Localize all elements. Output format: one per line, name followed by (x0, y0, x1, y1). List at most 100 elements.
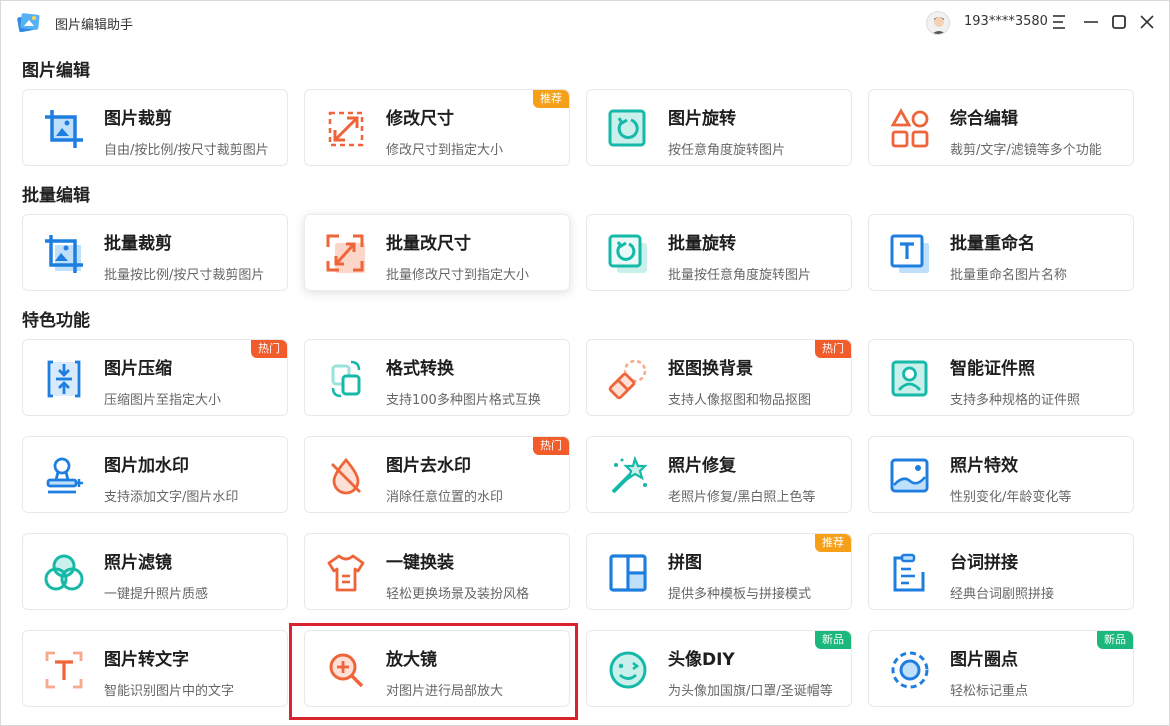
badge-recommend: 推荐 (815, 534, 851, 552)
card-description: 按任意角度旋转图片 (668, 143, 786, 158)
card-description: 提供多种模板与拼接模式 (668, 587, 812, 602)
card-batch-crop[interactable]: 批量裁剪 批量按比例/按尺寸裁剪图片 (22, 214, 288, 291)
user-avatar[interactable] (926, 11, 950, 35)
rotate-icon (608, 109, 646, 147)
card-crop[interactable]: 图片裁剪 自由/按比例/按尺寸裁剪图片 (22, 89, 288, 166)
card-title: 图片圈点 (950, 650, 1018, 670)
card-collage[interactable]: 推荐 拼图 提供多种模板与拼接模式 (586, 533, 852, 610)
card-batch-rename[interactable]: 批量重命名 批量重命名图片名称 (868, 214, 1134, 291)
collage-icon (609, 554, 647, 592)
card-title: 批量旋转 (668, 234, 736, 254)
card-line-stitch[interactable]: 台词拼接 经典台词剧照拼接 (868, 533, 1134, 610)
card-image-to-text[interactable]: 图片转文字 智能识别图片中的文字 (22, 630, 288, 707)
card-title: 抠图换背景 (668, 359, 753, 379)
card-description: 裁剪/文字/滤镜等多个功能 (950, 143, 1102, 158)
card-cutout-background[interactable]: 热门 抠图换背景 支持人像抠图和物品抠图 (586, 339, 852, 416)
badge-recommend: 推荐 (533, 90, 569, 108)
resize-icon (328, 111, 364, 147)
badge-hot: 热门 (533, 437, 569, 455)
card-format-convert[interactable]: 格式转换 支持100多种图片格式互换 (304, 339, 570, 416)
batch-crop-icon (45, 235, 83, 273)
avatar-icon (932, 17, 946, 34)
card-description: 消除任意位置的水印 (386, 490, 504, 505)
card-description: 轻松更换场景及装扮风格 (386, 587, 530, 602)
card-title: 头像DIY (668, 650, 735, 670)
card-description: 性别变化/年龄变化等 (950, 490, 1072, 505)
card-description: 自由/按比例/按尺寸裁剪图片 (104, 143, 269, 158)
batch-rotate-icon (608, 234, 647, 273)
badge-new: 新品 (815, 631, 851, 649)
card-title: 照片特效 (950, 456, 1018, 476)
app-title: 图片编辑助手 (55, 18, 134, 33)
card-avatar-diy[interactable]: 新品 头像DIY 为头像加国旗/口罩/圣诞帽等 (586, 630, 852, 707)
section-title-image-edit: 图片编辑 (22, 61, 90, 81)
smiley-icon (609, 651, 647, 689)
card-description: 支持多种规格的证件照 (950, 393, 1081, 408)
card-title: 格式转换 (386, 359, 454, 379)
card-title: 台词拼接 (950, 553, 1018, 573)
maximize-icon[interactable] (1109, 12, 1129, 32)
app-logo-icon (17, 13, 40, 33)
card-description: 智能识别图片中的文字 (104, 684, 235, 699)
card-comprehensive-edit[interactable]: 综合编辑 裁剪/文字/滤镜等多个功能 (868, 89, 1134, 166)
card-image-markup[interactable]: 新品 图片圈点 轻松标记重点 (868, 630, 1134, 707)
convert-icon (331, 360, 361, 398)
minimize-icon[interactable] (1081, 12, 1101, 32)
menu-icon[interactable] (1050, 12, 1070, 32)
card-add-watermark[interactable]: 图片加水印 支持添加文字/图片水印 (22, 436, 288, 513)
section-title-features: 特色功能 (22, 311, 90, 331)
tshirt-icon (327, 554, 365, 592)
card-description: 经典台词剧照拼接 (950, 587, 1055, 602)
filter-icon (44, 554, 84, 591)
user-phone[interactable]: 193****3580 (964, 14, 1048, 29)
clipboard-icon (893, 553, 925, 592)
card-id-photo[interactable]: 智能证件照 支持多种规格的证件照 (868, 339, 1134, 416)
card-batch-resize[interactable]: 批量改尺寸 批量修改尺寸到指定大小 (304, 214, 570, 291)
close-icon[interactable] (1137, 12, 1157, 32)
card-description: 老照片修复/黑白照上色等 (668, 490, 816, 505)
card-compress[interactable]: 热门 图片压缩 压缩图片至指定大小 (22, 339, 288, 416)
card-photo-repair[interactable]: 照片修复 老照片修复/黑白照上色等 (586, 436, 852, 513)
card-title: 批量改尺寸 (386, 234, 471, 254)
card-remove-watermark[interactable]: 热门 图片去水印 消除任意位置的水印 (304, 436, 570, 513)
highlight-box (289, 623, 578, 720)
card-resize[interactable]: 推荐 修改尺寸 修改尺寸到指定大小 (304, 89, 570, 166)
card-batch-rotate[interactable]: 批量旋转 批量按任意角度旋转图片 (586, 214, 852, 291)
section-title-batch-edit: 批量编辑 (22, 186, 90, 206)
eraser-icon (608, 359, 647, 400)
card-title: 图片加水印 (104, 456, 189, 476)
badge-new: 新品 (1097, 631, 1133, 649)
card-rotate[interactable]: 图片旋转 按任意角度旋转图片 (586, 89, 852, 166)
card-description: 批量按比例/按尺寸裁剪图片 (104, 268, 265, 283)
card-outfit-change[interactable]: 一键换装 轻松更换场景及装扮风格 (304, 533, 570, 610)
magic-wand-icon (611, 455, 648, 494)
card-title: 照片滤镜 (104, 553, 172, 573)
card-title: 图片去水印 (386, 456, 471, 476)
shapes-icon (890, 108, 929, 148)
card-title: 批量重命名 (950, 234, 1035, 254)
batch-resize-icon (326, 234, 365, 273)
card-title: 图片转文字 (104, 650, 189, 670)
card-description: 一键提升照片质感 (104, 587, 209, 602)
card-description: 支持人像抠图和物品抠图 (668, 393, 812, 408)
card-photo-effects[interactable]: 照片特效 性别变化/年龄变化等 (868, 436, 1134, 513)
card-description: 支持100多种图片格式互换 (386, 393, 541, 408)
stamp-icon (46, 457, 83, 494)
card-description: 压缩图片至指定大小 (104, 393, 222, 408)
crop-icon (45, 110, 83, 148)
circle-mark-icon (891, 651, 929, 689)
remove-watermark-icon (331, 457, 361, 495)
card-title: 照片修复 (668, 456, 736, 476)
card-title: 图片压缩 (104, 359, 172, 379)
card-title: 智能证件照 (950, 359, 1035, 379)
card-description: 批量按任意角度旋转图片 (668, 268, 812, 283)
card-description: 修改尺寸到指定大小 (386, 143, 504, 158)
card-photo-filter[interactable]: 照片滤镜 一键提升照片质感 (22, 533, 288, 610)
card-title: 拼图 (668, 553, 702, 573)
card-description: 为头像加国旗/口罩/圣诞帽等 (668, 684, 833, 699)
card-title: 批量裁剪 (104, 234, 172, 254)
ocr-icon (45, 651, 83, 689)
card-title: 图片裁剪 (104, 109, 172, 129)
card-title: 一键换装 (386, 553, 454, 573)
compress-icon (47, 360, 81, 398)
